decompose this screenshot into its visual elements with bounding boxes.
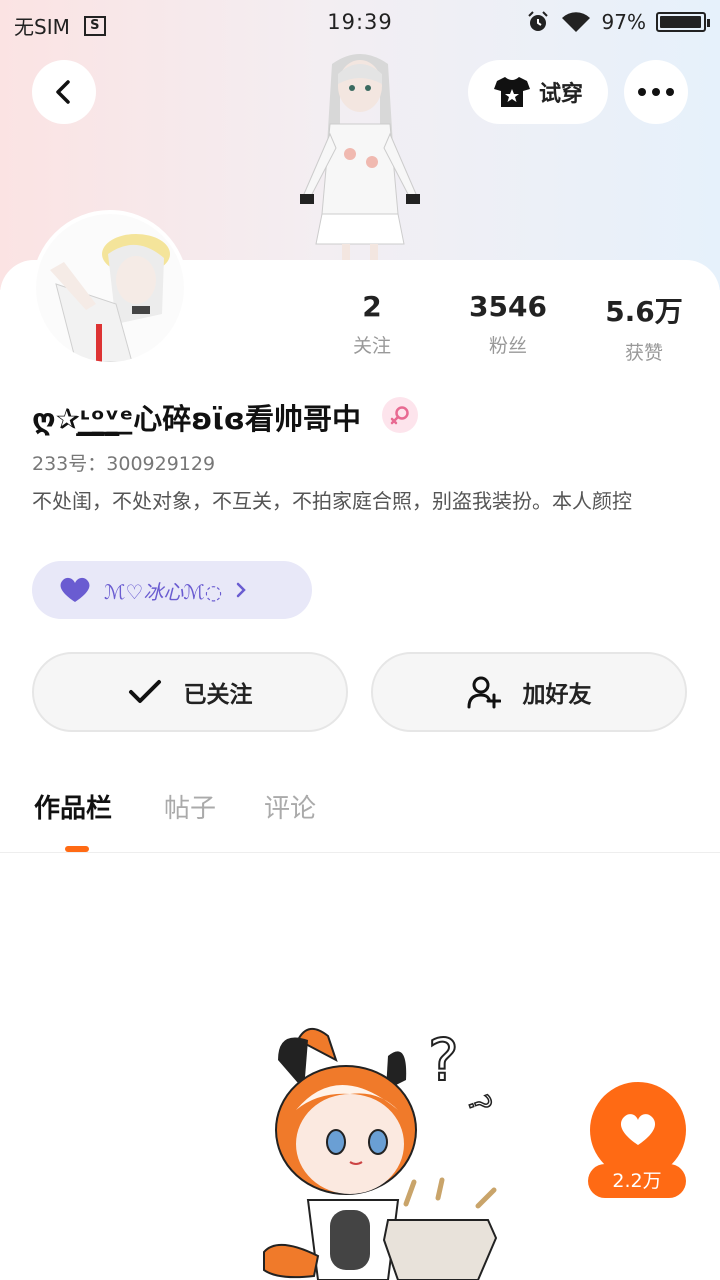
tab-posts[interactable]: 帖子	[164, 788, 216, 825]
wifi-icon	[561, 12, 590, 32]
heart-icon	[60, 577, 90, 602]
following-button-label: 已关注	[183, 682, 253, 708]
tshirt-icon	[493, 77, 530, 107]
battery-percent: 97%	[601, 10, 646, 34]
following-label: 关注	[352, 335, 391, 357]
more-button[interactable]	[624, 60, 688, 124]
add-friend-button[interactable]: 加好友	[371, 652, 687, 732]
try-on-label: 试穿	[538, 82, 583, 107]
following-button[interactable]: 已关注	[32, 652, 348, 732]
followers-count: 3546	[469, 290, 547, 323]
nickname: ღ✰ᶫ̲͟ᵒ̲͟ᵛ̲͟ᵉ心碎ʚϊɞ看帅哥中	[32, 402, 361, 436]
avatar-image	[36, 214, 184, 362]
more-dots-icon	[638, 88, 674, 96]
following-count: 2	[362, 290, 382, 323]
tab-divider	[0, 852, 720, 853]
bio-text: 不处闺，不处对象，不互关，不拍家庭合照，别盗我装扮。本人颜控	[32, 489, 632, 513]
tab-works[interactable]: 作品栏	[34, 788, 112, 825]
svg-text:?: ?	[428, 1026, 459, 1094]
chevron-left-icon	[56, 80, 70, 104]
avatar[interactable]	[32, 210, 188, 366]
stat-likes[interactable]: 5.6万 获赞	[584, 290, 704, 365]
medal-text: ℳ♡冰心ℳ◌	[104, 579, 223, 604]
try-on-button[interactable]: 试穿	[468, 60, 608, 124]
gender-badge	[382, 397, 418, 433]
tab-comments[interactable]: 评论	[264, 788, 316, 825]
likes-label: 获赞	[624, 342, 663, 364]
add-friend-label: 加好友	[522, 682, 592, 708]
status-bar: 无SIM S 19:39 97%	[0, 0, 720, 48]
heart-icon	[620, 1114, 656, 1145]
like-count: 2.2万	[588, 1164, 686, 1198]
checkmark-icon	[128, 680, 161, 703]
battery-icon	[656, 12, 710, 32]
likes-count: 5.6万	[605, 295, 683, 328]
svg-text:?: ?	[460, 1090, 498, 1117]
alarm-icon	[527, 11, 548, 31]
back-button[interactable]	[32, 60, 96, 124]
user-id: 233号：300929129	[32, 453, 216, 475]
chevron-right-icon	[236, 582, 246, 598]
battery-fill	[660, 16, 701, 28]
female-icon	[390, 406, 409, 425]
medal-pill[interactable]: ℳ♡冰心ℳ◌	[32, 561, 312, 619]
stat-following[interactable]: 2 关注	[312, 290, 432, 358]
followers-label: 粉丝	[488, 335, 527, 357]
stat-followers[interactable]: 3546 粉丝	[448, 290, 568, 358]
empty-state-illustration: ? ?	[263, 1025, 499, 1280]
avatar-character-figure	[300, 54, 420, 264]
add-person-icon	[467, 676, 501, 709]
